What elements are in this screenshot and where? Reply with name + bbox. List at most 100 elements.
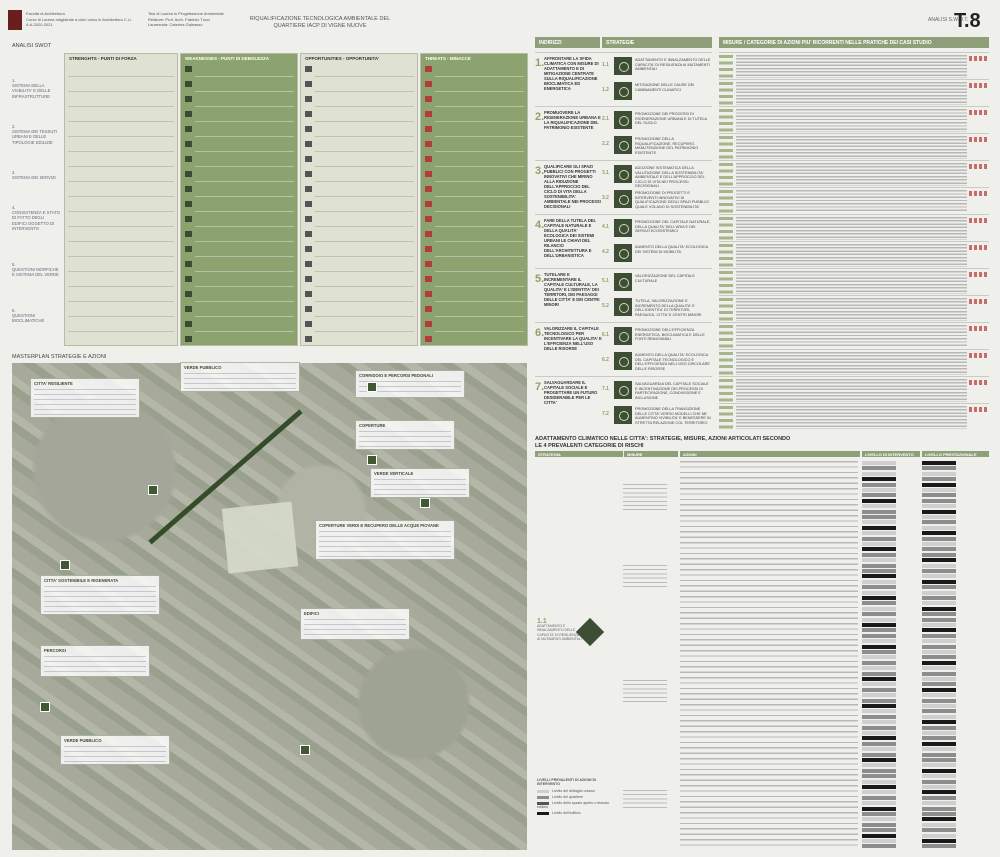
- level-cell: [922, 574, 956, 579]
- level-cell: [862, 515, 896, 519]
- misure-block: [719, 106, 989, 133]
- swot-category: 4. CONSISTENZA E STATO DI FATTO DEGLI EDI…: [12, 205, 60, 231]
- thesis-line: Laureanda: Caterina Galeasso: [148, 22, 203, 27]
- misure-category-icons: [969, 191, 987, 196]
- level-cell: [862, 752, 896, 757]
- level-cell: [862, 542, 896, 546]
- level-cell: [922, 493, 956, 498]
- level-cell: [862, 558, 896, 563]
- level-cell: [922, 714, 956, 719]
- swot-icons: [185, 66, 192, 342]
- strategy-code: 5.2: [602, 303, 609, 309]
- level-cell: [922, 563, 956, 568]
- masterplan-icon-marker: [367, 455, 377, 465]
- level-cell: [862, 547, 896, 552]
- level-cell: [922, 677, 956, 681]
- strategy-item: 4.1 PROMOZIONE DEL CAPITALE NATURALE, DEL…: [602, 218, 712, 238]
- level-cell: [862, 660, 896, 665]
- swot-category: 1. SISTEMA DELLA VIABILITA' E DELLE INFRA…: [12, 78, 60, 99]
- masterplan-box: VERDE VERTICALE: [370, 468, 470, 498]
- level-cell: [922, 515, 956, 519]
- misure-block: [719, 403, 989, 430]
- level-cell: [862, 779, 896, 784]
- legend-title: LIVELLI PREVALENTI DI AZIONI DI INTERVEN…: [537, 778, 597, 786]
- adattamento-azioni-text: [680, 461, 858, 850]
- misure-text: [736, 352, 967, 375]
- masterplan-box-title: COPERTURE VERDI E RECUPERO DELLE ACQUE P…: [319, 523, 439, 528]
- level-cell: [862, 725, 896, 730]
- level-cell: [862, 574, 896, 579]
- masterplan-box-title: EDIFICI: [304, 611, 319, 616]
- level-cell: [862, 644, 896, 649]
- level-cell: [862, 606, 896, 611]
- masterplan-box: COPERTURE: [355, 420, 455, 450]
- level-cell: [862, 666, 896, 671]
- misure-block: [719, 133, 989, 160]
- level-cell: [922, 542, 956, 546]
- sheet-number: T.8: [954, 10, 981, 32]
- level-cell: [862, 806, 896, 811]
- strategy-item: 5.1 VALORIZZAZIONE DEL CAPITALE CULTURALE: [602, 272, 712, 292]
- level-cell: [862, 639, 896, 644]
- strategy-label: PROMOZIONE DEL CAPITALE NATURALE, DELLA …: [635, 220, 711, 234]
- misure-text: [736, 406, 967, 429]
- indirizzo-row: 6. VALORIZZARE IL CAPITALE TECNOLOGICO PE…: [535, 322, 712, 376]
- level-cell: [862, 531, 896, 536]
- strategy-icon: [614, 381, 632, 399]
- indirizzo-label: PROMUOVERE LA RIGENERAZIONE URBANA E LA …: [544, 110, 601, 130]
- legend-item: Livello del dettaglio urbano: [537, 789, 617, 793]
- level-cell: [922, 569, 956, 573]
- indirizzi-header: INDIRIZZI: [535, 37, 600, 48]
- level-cell: [862, 844, 896, 849]
- misure-text: [736, 109, 967, 132]
- indirizzo-label: TUTELARE E INCREMENTARE IL CAPITALE CULT…: [544, 272, 600, 307]
- livello-intervento-column: [862, 461, 917, 850]
- swot-category: 3. SISTEMA DEI SERVIZI: [12, 170, 60, 180]
- strategy-icon: [614, 136, 632, 154]
- level-cell: [862, 687, 896, 692]
- swot-column-header: STRENGHTS - PUNTI DI FORZA: [69, 56, 137, 61]
- misure-category-icons: [969, 83, 987, 88]
- category-label: CONSISTENZA E STATO DI FATTO DEGLI EDIFI…: [12, 210, 60, 231]
- level-cell: [862, 720, 896, 725]
- level-cell: [922, 817, 956, 822]
- swot-column-header: OPPORTUNITIES - OPPORTUNITA': [305, 56, 380, 61]
- level-cell: [922, 606, 956, 611]
- faculty-info: Facoltà di Architettura Corso di Laurea …: [26, 11, 136, 28]
- strategy-item: 6.2 AUMENTO DELLA QUALITA' ECOLOGICA DEL …: [602, 351, 712, 371]
- strategy-code: 4.2: [602, 249, 609, 255]
- level-cell: [862, 509, 896, 514]
- misure-category-icons: [969, 110, 987, 115]
- level-cell: [922, 741, 956, 746]
- indirizzo-row: 3. QUALIFICARE GLI SPAZI PUBBLICI CON PRO…: [535, 160, 712, 214]
- masterplan-box: CITTA' RESILIENTE: [30, 378, 140, 418]
- strategy-icon: [614, 190, 632, 208]
- level-cell: [922, 466, 956, 471]
- level-cell: [862, 801, 896, 806]
- misure-header: MISURE / CATEGORIE DI AZIONI PIU' RICORR…: [719, 37, 989, 48]
- misure-category-icons: [969, 164, 987, 169]
- misure-block: [719, 322, 989, 349]
- level-cell: [922, 801, 956, 806]
- swot-rows: [195, 66, 294, 342]
- strategy-code: 1.2: [602, 87, 609, 93]
- level-cell: [862, 623, 896, 627]
- level-cell: [922, 477, 956, 482]
- level-cell: [862, 488, 896, 492]
- legend-item: Livello dello spazio aperto o tessuto ed…: [537, 801, 617, 809]
- misure-codes: [719, 82, 733, 105]
- level-cell: [922, 790, 956, 795]
- level-cell: [862, 768, 896, 773]
- masterplan-icon-marker: [60, 560, 70, 570]
- strategy-icon: [614, 273, 632, 291]
- masterplan-box-text: [359, 431, 451, 447]
- misure-category-icons: [969, 407, 987, 412]
- misure-block: [719, 160, 989, 187]
- adattamento-header-strategia: STRATEGIA: [535, 451, 623, 457]
- level-cell: [922, 822, 956, 827]
- misure-codes: [719, 406, 733, 429]
- masterplan-icon-marker: [420, 498, 430, 508]
- misure-codes: [719, 109, 733, 132]
- level-cell: [862, 552, 896, 557]
- misure-codes: [719, 298, 733, 321]
